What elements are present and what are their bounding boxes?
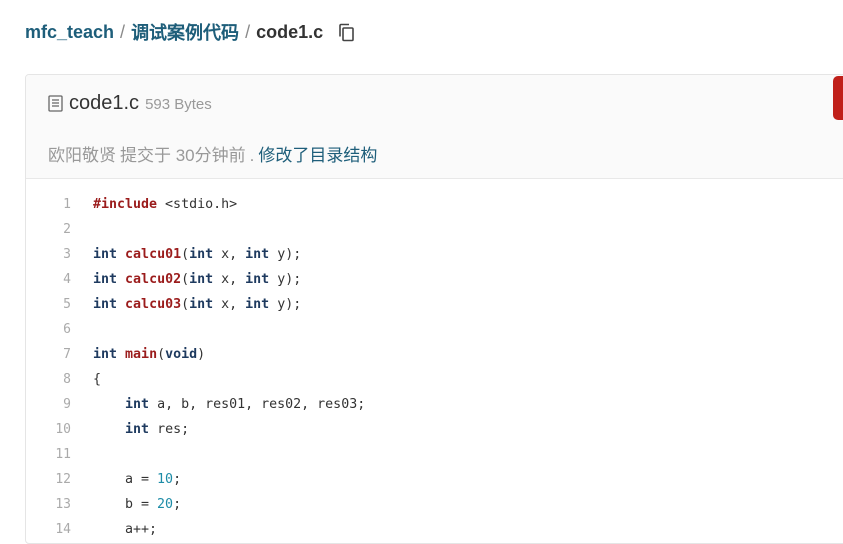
code-line: 11 (26, 442, 843, 467)
line-number[interactable]: 12 (26, 472, 71, 487)
line-number[interactable]: 10 (26, 422, 71, 437)
line-number[interactable]: 14 (26, 522, 71, 537)
breadcrumb-repo-link[interactable]: mfc_teach (25, 22, 114, 43)
code-line: 8{ (26, 367, 843, 392)
commit-time: 提交于 30分钟前 (120, 146, 246, 165)
floating-widget-icon[interactable] (833, 76, 843, 120)
line-number[interactable]: 5 (26, 297, 71, 312)
line-number[interactable]: 4 (26, 272, 71, 287)
code-line: 9 int a, b, res01, res02, res03; (26, 392, 843, 417)
code-line: 4 int calcu02(int x, int y); (26, 267, 843, 292)
file-panel: code1.c 593 Bytes 欧阳敬贤 提交于 30分钟前 . 修改了目录… (25, 74, 843, 544)
commit-author[interactable]: 欧阳敬贤 (48, 141, 116, 166)
line-number[interactable]: 11 (26, 447, 71, 462)
line-number[interactable]: 8 (26, 372, 71, 387)
file-icon (48, 95, 63, 112)
line-code: #include <stdio.h> (93, 197, 238, 212)
code-line: 3 int calcu01(int x, int y); (26, 242, 843, 267)
line-code: a++; (93, 522, 158, 537)
line-code: { (93, 372, 102, 387)
line-code: int calcu01(int x, int y); (93, 247, 302, 262)
code-line: 14 a++; (26, 517, 843, 542)
breadcrumb-folder-link[interactable]: 调试案例代码 (131, 19, 239, 45)
copy-icon[interactable] (338, 23, 355, 42)
line-code: int calcu02(int x, int y); (93, 272, 302, 287)
line-code: a = 10; (93, 472, 182, 487)
line-code: int main(void) (93, 347, 206, 362)
code-viewer: 1 #include <stdio.h> 2 3 int calcu01(int x, … (26, 179, 843, 542)
code-line: 12 a = 10; (26, 467, 843, 492)
breadcrumb-separator: / (120, 21, 126, 42)
breadcrumb-current-file: code1.c (256, 21, 324, 42)
code-line: 2 (26, 217, 843, 242)
code-line: 7 int main(void) (26, 342, 843, 367)
breadcrumb: mfc_teach / 调试案例代码 / code1.c (25, 20, 355, 44)
commit-message-link[interactable]: 修改了目录结构 (258, 141, 377, 166)
line-code: int calcu03(int x, int y); (93, 297, 302, 312)
file-size: 593 Bytes (145, 96, 212, 113)
commit-info: 欧阳敬贤 提交于 30分钟前 . 修改了目录结构 (48, 141, 377, 166)
file-header: code1.c 593 Bytes 欧阳敬贤 提交于 30分钟前 . 修改了目录… (26, 75, 843, 179)
line-number[interactable]: 3 (26, 247, 71, 262)
line-number[interactable]: 2 (26, 222, 71, 237)
line-code: int a, b, res01, res02, res03; (125, 397, 366, 412)
code-line: 13 b = 20; (26, 492, 843, 517)
file-name: code1.c (69, 92, 140, 114)
code-line: 5 int calcu03(int x, int y); (26, 292, 843, 317)
line-code: b = 20; (93, 497, 182, 512)
line-number[interactable]: 6 (26, 322, 71, 337)
line-number[interactable]: 1 (26, 197, 71, 212)
line-number[interactable]: 13 (26, 497, 71, 512)
code-line: 6 (26, 317, 843, 342)
commit-separator: . (249, 146, 255, 165)
breadcrumb-separator: / (245, 21, 251, 42)
line-number[interactable]: 7 (26, 347, 71, 362)
code-line: 10 int res; (26, 417, 843, 442)
code-line: 1 #include <stdio.h> (26, 192, 843, 217)
line-number[interactable]: 9 (26, 397, 71, 412)
file-title-row: code1.c 593 Bytes (48, 92, 212, 115)
line-code: int res; (125, 422, 190, 437)
